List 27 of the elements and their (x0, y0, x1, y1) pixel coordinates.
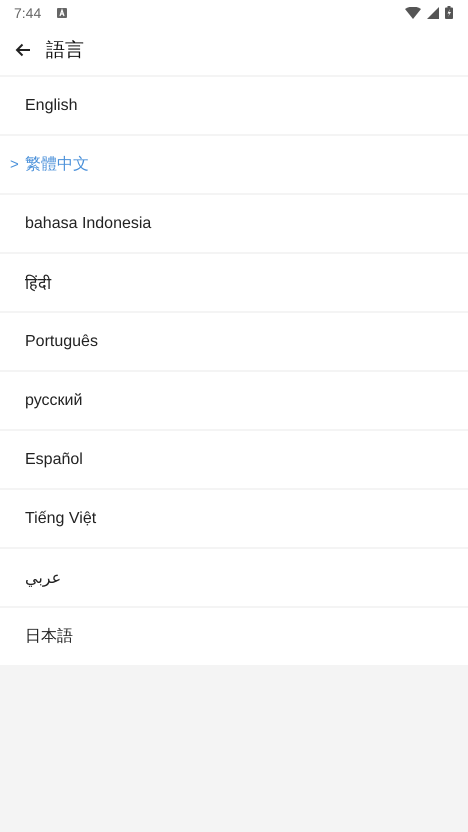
language-item[interactable]: English (0, 77, 468, 134)
language-label: عربي (25, 568, 62, 588)
language-item[interactable]: Español (0, 431, 468, 488)
language-label: 日本語 (25, 626, 73, 647)
language-label: Tiếng Việt (25, 510, 96, 528)
language-item[interactable]: русский (0, 372, 468, 429)
selected-marker: > (10, 156, 19, 173)
screen-title: 語言 (46, 39, 84, 63)
language-item[interactable]: عربي (0, 549, 468, 606)
battery-icon (445, 6, 453, 19)
language-label: bahasa Indonesia (25, 214, 152, 232)
back-arrow-icon[interactable] (15, 43, 31, 57)
language-label: Español (25, 450, 83, 468)
status-time: 7:44 (14, 4, 42, 20)
language-item[interactable]: Português (0, 313, 468, 370)
language-item[interactable]: bahasa Indonesia (0, 195, 468, 252)
language-label: 繁體中文 (25, 154, 89, 175)
language-label: हिंदी (25, 274, 51, 294)
language-label: Português (25, 332, 98, 350)
language-item[interactable]: हिंदी (0, 254, 468, 311)
keyboard-notification-icon (57, 8, 68, 18)
language-label: русский (25, 392, 82, 410)
language-label: English (25, 96, 78, 114)
language-item[interactable]: Tiếng Việt (0, 490, 468, 547)
signal-icon (427, 6, 439, 18)
language-item[interactable]: 日本語 (0, 608, 468, 665)
wifi-icon (405, 6, 421, 18)
